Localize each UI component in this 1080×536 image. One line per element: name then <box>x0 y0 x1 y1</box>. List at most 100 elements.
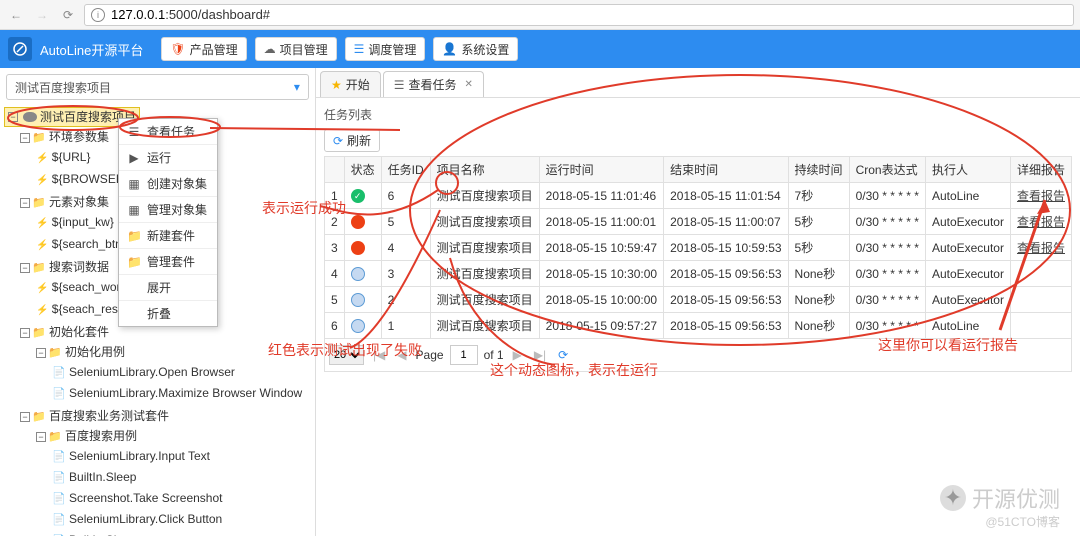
cell-duration: None秒 <box>788 287 849 313</box>
collapse-icon[interactable]: − <box>20 412 30 422</box>
tree-leaf[interactable]: ${search_btn <box>52 237 122 251</box>
col-state[interactable]: 状态 <box>344 157 381 183</box>
tree-leaf[interactable]: ${input_kw} <box>52 215 114 229</box>
table-header-row: 状态 任务ID 项目名称 运行时间 结束时间 持续时间 Cron表达式 执行人 … <box>324 157 1071 183</box>
refresh-button[interactable]: ⟳ 刷新 <box>324 129 380 152</box>
ctx-create-suite[interactable]: 📁新建套件 <box>119 223 217 249</box>
product-mgmt-button[interactable]: 🛡 产品管理 <box>161 37 246 61</box>
url-host: 127.0.0.1 <box>111 7 165 22</box>
close-icon[interactable]: ✕ <box>465 79 473 90</box>
view-report-link[interactable]: 查看报告 <box>1017 189 1065 203</box>
collapse-icon[interactable]: − <box>36 348 46 358</box>
collapse-icon[interactable]: − <box>8 112 18 122</box>
table-row[interactable]: 52测试百度搜索项目2018-05-15 10:00:002018-05-15 … <box>324 287 1071 313</box>
folder-icon <box>48 429 62 443</box>
stack-icon: ▦ <box>127 203 141 217</box>
col-run-time[interactable]: 运行时间 <box>539 157 663 183</box>
ctx-manage-suite[interactable]: 📁管理套件 <box>119 249 217 275</box>
status-run-icon <box>351 267 365 281</box>
product-mgmt-label: 产品管理 <box>190 41 238 58</box>
cell-cron: 0/30 * * * * * <box>849 287 925 313</box>
cell-run-time: 2018-05-15 10:59:47 <box>539 235 663 261</box>
folder-icon <box>32 130 46 144</box>
col-executor[interactable]: 执行人 <box>925 157 1010 183</box>
play-icon: ▶ <box>127 151 141 165</box>
wechat-icon: ✦ <box>940 485 966 511</box>
col-report[interactable]: 详细报告 <box>1010 157 1071 183</box>
cell-state <box>344 287 381 313</box>
folder-icon <box>48 345 62 359</box>
view-report-link[interactable]: 查看报告 <box>1017 241 1065 255</box>
view-report-link[interactable]: 查看报告 <box>1017 215 1065 229</box>
pager-page-input[interactable] <box>450 345 478 365</box>
cell-run-time: 2018-05-15 09:57:27 <box>539 313 663 339</box>
back-button[interactable]: ← <box>6 5 26 25</box>
schedule-mgmt-button[interactable]: ☰ 调度管理 <box>345 37 426 61</box>
tab-view-task[interactable]: ☰ 查看任务 ✕ <box>383 71 484 97</box>
tree-node[interactable]: 环境参数集 <box>49 130 109 144</box>
project-mgmt-label: 项目管理 <box>280 41 328 58</box>
tree-leaf[interactable]: SeleniumLibrary.Click Button <box>69 512 222 526</box>
task-table: 状态 任务ID 项目名称 运行时间 结束时间 持续时间 Cron表达式 执行人 … <box>324 156 1072 339</box>
tree-node[interactable]: 初始化套件 <box>49 325 109 339</box>
table-row[interactable]: 34测试百度搜索项目2018-05-15 10:59:472018-05-15 … <box>324 235 1071 261</box>
star-icon: ★ <box>331 78 342 92</box>
ctx-expand[interactable]: 展开 <box>119 275 217 301</box>
tree-leaf[interactable]: ${seach_resu <box>52 302 125 316</box>
col-duration[interactable]: 持续时间 <box>788 157 849 183</box>
tab-start[interactable]: ★ 开始 <box>320 71 381 97</box>
cell-executor: AutoExecutor <box>925 235 1010 261</box>
ctx-collapse[interactable]: 折叠 <box>119 301 217 326</box>
project-mgmt-button[interactable]: ☁ 项目管理 <box>255 37 337 61</box>
list-icon: ☰ <box>127 125 141 139</box>
cell-report <box>1010 313 1071 339</box>
table-row[interactable]: 25测试百度搜索项目2018-05-15 11:00:012018-05-15 … <box>324 209 1071 235</box>
ctx-run[interactable]: ▶运行 <box>119 145 217 171</box>
cell-duration: None秒 <box>788 313 849 339</box>
col-cron[interactable]: Cron表达式 <box>849 157 925 183</box>
tree-leaf[interactable]: Screenshot.Take Screenshot <box>69 491 222 505</box>
file-icon <box>52 449 66 463</box>
ctx-create-object[interactable]: ▦创建对象集 <box>119 171 217 197</box>
collapse-icon[interactable]: − <box>20 263 30 273</box>
tree-leaf[interactable]: BuiltIn.Sleep <box>69 470 136 484</box>
table-row[interactable]: 16测试百度搜索项目2018-05-15 11:01:462018-05-15 … <box>324 183 1071 209</box>
tab-start-label: 开始 <box>346 76 370 93</box>
tree-leaf[interactable]: ${seach_word <box>52 280 127 294</box>
col-task-id[interactable]: 任务ID <box>381 157 430 183</box>
tree-leaf[interactable]: SeleniumLibrary.Maximize Browser Window <box>69 386 302 400</box>
status-ok-icon <box>351 189 365 203</box>
tree-node[interactable]: 初始化用例 <box>65 345 125 359</box>
collapse-icon[interactable]: − <box>20 133 30 143</box>
cell-end-time: 2018-05-15 09:56:53 <box>664 313 788 339</box>
forward-button[interactable]: → <box>32 5 52 25</box>
tree-leaf[interactable]: ${URL} <box>52 150 91 164</box>
project-selector[interactable]: 测试百度搜索项目 ▾ <box>6 74 309 100</box>
tree-node[interactable]: 百度搜索业务测试套件 <box>49 409 169 423</box>
system-settings-button[interactable]: 👤 系统设置 <box>433 37 518 61</box>
tab-bar: ★ 开始 ☰ 查看任务 ✕ <box>316 68 1080 98</box>
collapse-icon[interactable]: − <box>36 432 46 442</box>
tree-leaf[interactable]: SeleniumLibrary.Input Text <box>69 449 210 463</box>
refresh-icon: ⟳ <box>333 134 343 148</box>
collapse-icon[interactable]: − <box>20 198 30 208</box>
ctx-manage-object[interactable]: ▦管理对象集 <box>119 197 217 223</box>
ctx-view-task[interactable]: ☰查看任务 <box>119 119 217 145</box>
url-bar[interactable]: i 127.0.0.1:5000/dashboard# <box>84 4 1074 26</box>
table-row[interactable]: 43测试百度搜索项目2018-05-15 10:30:002018-05-15 … <box>324 261 1071 287</box>
tree-node[interactable]: 搜索词数据 <box>49 260 109 274</box>
col-project[interactable]: 项目名称 <box>430 157 539 183</box>
list-icon: ☰ <box>394 78 405 92</box>
cell-duration: 5秒 <box>788 209 849 235</box>
tree-node[interactable]: 元素对象集 <box>49 195 109 209</box>
annotation-success: 表示运行成功 <box>262 198 346 218</box>
tree-leaf[interactable]: ${BROWSER <box>52 172 125 186</box>
tree-leaf[interactable]: SeleniumLibrary.Open Browser <box>69 365 235 379</box>
browser-chrome: ← → ⟳ i 127.0.0.1:5000/dashboard# <box>0 0 1080 30</box>
col-end-time[interactable]: 结束时间 <box>664 157 788 183</box>
bolt-icon <box>36 302 48 316</box>
tree-node[interactable]: 百度搜索用例 <box>65 429 137 443</box>
cell-task-id: 3 <box>381 261 430 287</box>
collapse-icon[interactable]: − <box>20 328 30 338</box>
reload-button[interactable]: ⟳ <box>58 5 78 25</box>
